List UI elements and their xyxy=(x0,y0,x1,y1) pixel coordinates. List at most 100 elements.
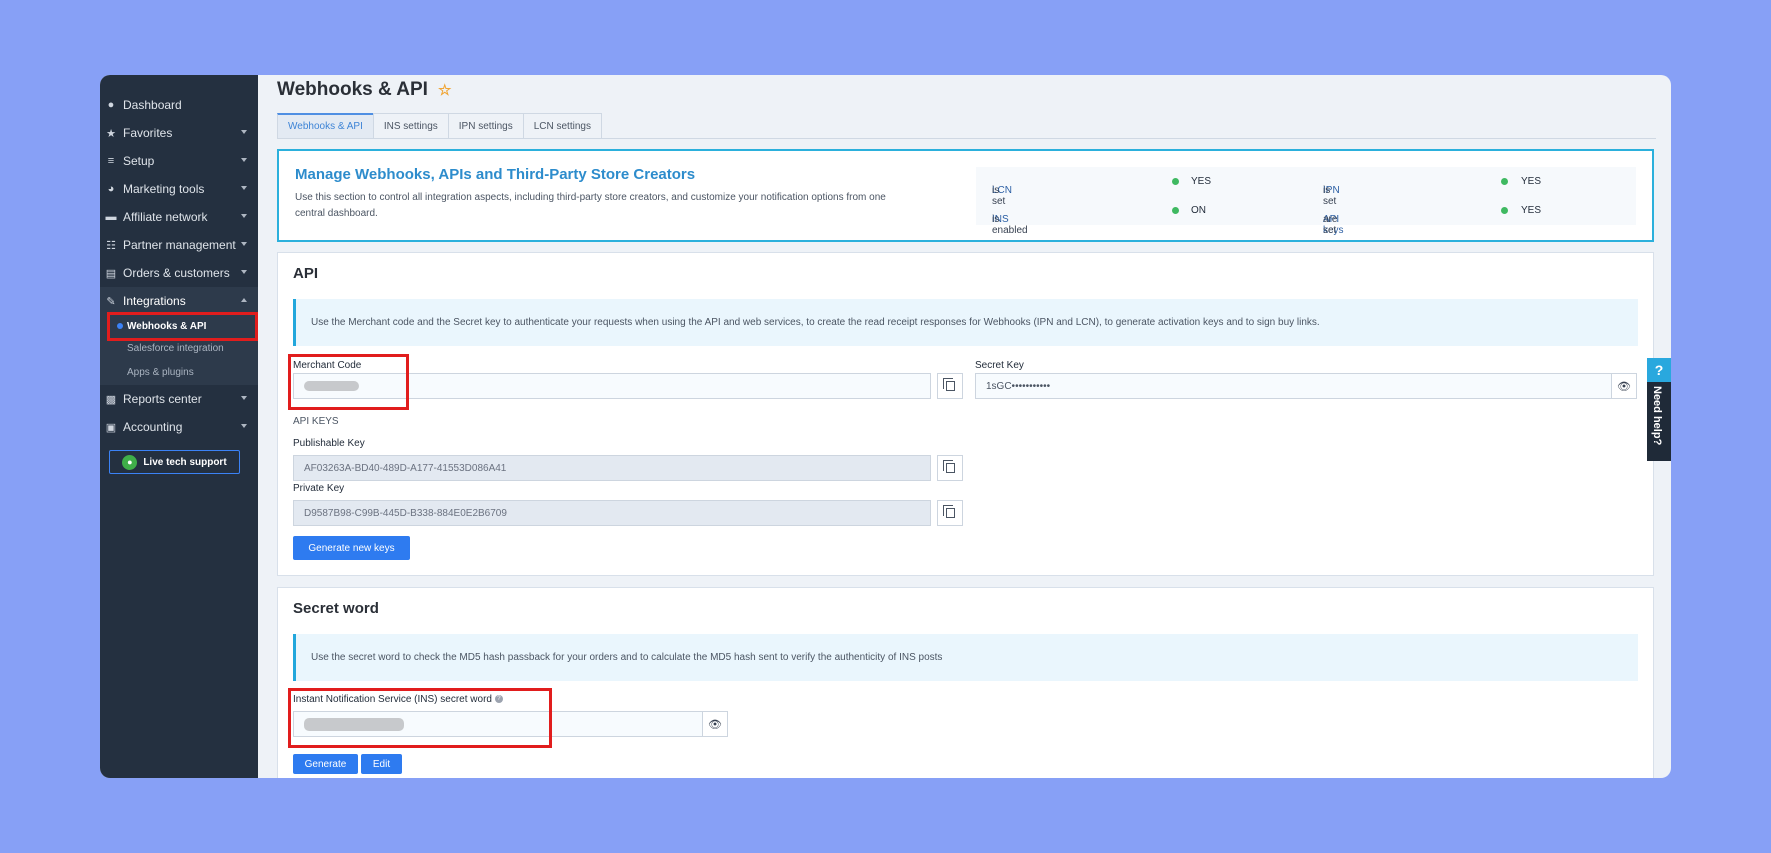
status-panel: LCN is set YES IPN is set YES INS is ena… xyxy=(976,167,1636,236)
sidebar-subitem-salesforce[interactable]: Salesforce integration xyxy=(100,337,258,359)
page-title-text: Webhooks & API xyxy=(277,79,428,100)
private-key-label: Private Key xyxy=(293,483,345,494)
intro-description: Use this section to control all integrat… xyxy=(295,192,886,219)
sidebar-item-accounting[interactable]: ▣ Accounting xyxy=(100,413,258,441)
merchant-code-input[interactable] xyxy=(293,373,931,399)
secret-word-card: Secret word Use the secret word to check… xyxy=(277,587,1654,778)
secret-key-input[interactable]: 1sGC••••••••••• xyxy=(975,373,1612,399)
chevron-up-icon xyxy=(241,298,247,302)
need-help-label: Need help? xyxy=(1651,386,1663,446)
chevron-down-icon xyxy=(241,242,247,246)
help-icon[interactable]: ? xyxy=(494,695,503,704)
sidebar-item-label: Partner management xyxy=(123,238,236,252)
api-card: API Use the Merchant code and the Secret… xyxy=(277,252,1654,576)
active-dot-icon xyxy=(117,323,123,329)
eye-icon: 👁 xyxy=(708,718,722,731)
status-suffix: are set xyxy=(1323,214,1338,236)
copy-publishable-key-button[interactable] xyxy=(937,455,963,481)
toggle-secret-word-visibility-button[interactable]: 👁 xyxy=(702,711,728,737)
generate-secret-word-button[interactable]: Generate xyxy=(293,754,358,774)
api-keys-heading: API KEYS xyxy=(293,416,339,427)
secret-word-title: Secret word xyxy=(293,600,379,617)
generate-new-keys-button[interactable]: Generate new keys xyxy=(293,536,410,560)
bar-chart-icon: ▩ xyxy=(105,393,117,406)
need-help-tab[interactable]: ? Need help? xyxy=(1647,358,1671,461)
sidebar-item-label: Orders & customers xyxy=(123,266,230,280)
chevron-down-icon xyxy=(241,186,247,190)
favorite-star-icon[interactable]: ☆ xyxy=(438,81,451,99)
secret-key-label: Secret Key xyxy=(975,360,1024,371)
sidebar-item-dashboard[interactable]: ● Dashboard xyxy=(100,91,258,119)
chevron-down-icon xyxy=(241,158,247,162)
sidebar-item-label: Favorites xyxy=(123,126,173,140)
tab-lcn-settings[interactable]: LCN settings xyxy=(522,113,602,138)
merchant-code-label: Merchant Code xyxy=(293,360,362,371)
tab-ipn-settings[interactable]: IPN settings xyxy=(447,113,524,138)
sidebar-nav: ● Dashboard ★ Favorites ≡ Setup ◕ Market… xyxy=(100,91,258,441)
sidebar-subitem-webhooks-api[interactable]: Webhooks & API xyxy=(100,315,258,337)
chevron-down-icon xyxy=(241,270,247,274)
status-value: ON xyxy=(1191,205,1206,216)
sidebar-item-label: Integrations xyxy=(123,294,186,308)
plug-icon: ✎ xyxy=(106,295,116,308)
secret-word-info-box: Use the secret word to check the MD5 has… xyxy=(293,634,1638,681)
chevron-down-icon xyxy=(241,130,247,134)
api-info-text: Use the Merchant code and the Secret key… xyxy=(311,317,1320,328)
sidebar-item-reports-center[interactable]: ▩ Reports center xyxy=(100,385,258,413)
redacted-value xyxy=(304,717,404,731)
clipboard-icon: ▤ xyxy=(105,267,117,280)
copy-merchant-code-button[interactable] xyxy=(937,373,963,399)
status-row: INS is enabled ON API keys are set YES xyxy=(976,196,1636,236)
sidebar-item-integrations[interactable]: ✎ Integrations xyxy=(100,287,258,315)
eye-icon: 👁 xyxy=(1617,380,1631,393)
page-title: Webhooks & API ☆ xyxy=(277,79,451,101)
sidebar-item-affiliate-network[interactable]: ▬ Affiliate network xyxy=(100,203,258,231)
status-value: YES xyxy=(1521,176,1542,187)
copy-private-key-button[interactable] xyxy=(937,500,963,526)
sidebar-subitem-apps-plugins[interactable]: Apps & plugins xyxy=(100,359,258,385)
chat-icon: ● xyxy=(122,454,138,470)
publishable-key-label: Publishable Key xyxy=(293,438,365,449)
status-row: LCN is set YES IPN is set YES xyxy=(976,167,1636,207)
star-icon: ★ xyxy=(106,127,116,140)
intro-card: Manage Webhooks, APIs and Third-Party St… xyxy=(277,149,1654,242)
tab-ins-settings[interactable]: INS settings xyxy=(372,113,449,138)
sidebar-subitem-label: Salesforce integration xyxy=(127,342,224,354)
status-dot-icon xyxy=(1172,207,1179,214)
sidebar-subitem-label: Webhooks & API xyxy=(127,320,207,332)
pie-chart-icon: ◕ xyxy=(107,183,115,195)
status-suffix: is enabled xyxy=(992,214,1028,236)
sidebar-item-label: Dashboard xyxy=(123,98,182,112)
tab-webhooks-api[interactable]: Webhooks & API xyxy=(277,113,374,138)
handshake-icon: ▬ xyxy=(105,211,117,223)
api-section-title: API xyxy=(293,265,319,282)
edit-secret-word-button[interactable]: Edit xyxy=(361,754,402,774)
toggle-secret-key-visibility-button[interactable]: 👁 xyxy=(1611,373,1637,399)
ins-secret-word-input[interactable] xyxy=(293,711,703,737)
redacted-value xyxy=(304,381,359,391)
sidebar-item-label: Accounting xyxy=(123,420,183,434)
status-value: YES xyxy=(1191,176,1212,187)
sidebar-item-orders-customers[interactable]: ▤ Orders & customers xyxy=(100,259,258,287)
sidebar-item-label: Marketing tools xyxy=(123,182,205,196)
sidebar-item-setup[interactable]: ≡ Setup xyxy=(100,147,258,175)
sidebar-item-marketing-tools[interactable]: ◕ Marketing tools xyxy=(100,175,258,203)
dashboard-icon: ● xyxy=(107,99,115,111)
question-icon: ? xyxy=(1647,358,1671,382)
sidebar-item-partner-management[interactable]: ☷ Partner management xyxy=(100,231,258,259)
sitemap-icon: ☷ xyxy=(106,239,116,252)
live-tech-support-label: Live tech support xyxy=(143,456,227,468)
publishable-key-input[interactable]: AF03263A-BD40-489D-A177-41553D086A41 xyxy=(293,455,931,481)
building-icon: ▣ xyxy=(105,421,117,434)
private-key-input[interactable]: D9587B98-C99B-445D-B338-884E0E2B6709 xyxy=(293,500,931,526)
copy-icon xyxy=(942,505,955,518)
live-tech-support-button[interactable]: ● Live tech support xyxy=(109,450,240,474)
sidebar-subitem-label: Apps & plugins xyxy=(127,366,194,378)
tab-bar: Webhooks & API INS settings IPN settings… xyxy=(277,113,602,138)
app-window: ● Dashboard ★ Favorites ≡ Setup ◕ Market… xyxy=(100,75,1671,778)
copy-icon xyxy=(942,460,955,473)
copy-icon xyxy=(942,378,955,391)
api-info-box: Use the Merchant code and the Secret key… xyxy=(293,299,1638,346)
intro-title: Manage Webhooks, APIs and Third-Party St… xyxy=(295,166,696,183)
sidebar-item-favorites[interactable]: ★ Favorites xyxy=(100,119,258,147)
